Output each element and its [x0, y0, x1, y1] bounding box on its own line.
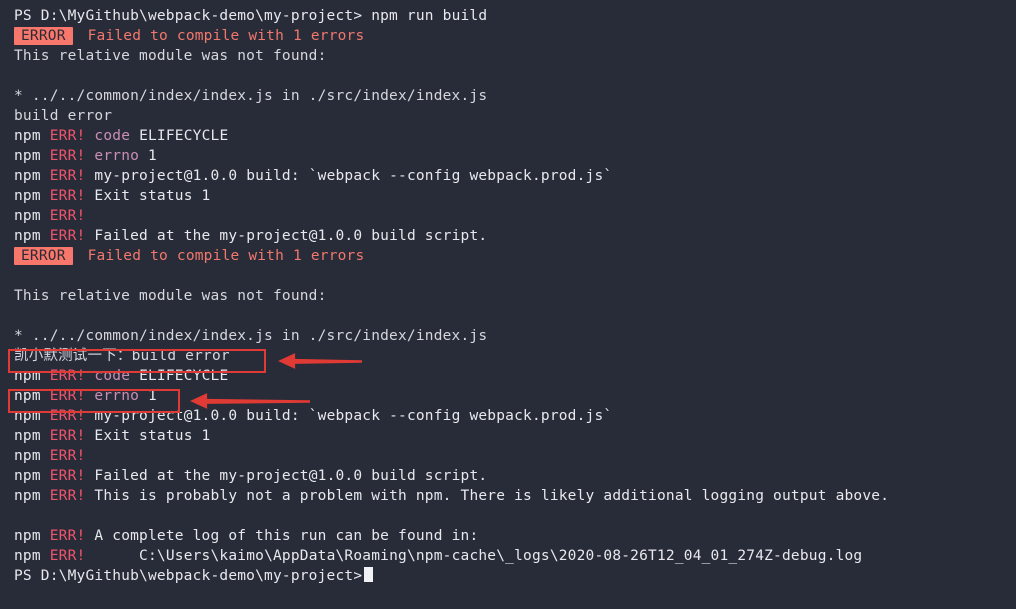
npm-label: npm [14, 368, 50, 384]
terminal-line: npm ERR! This is probably not a problem … [14, 486, 1016, 506]
terminal-line: npm ERR! errno 1 [14, 386, 1016, 406]
terminal-line: npm ERR! C:\Users\kaimo\AppData\Roaming\… [14, 546, 1016, 566]
terminal-line: npm ERR! [14, 206, 1016, 226]
terminal-line: * ../../common/index/index.js in ./src/i… [14, 326, 1016, 346]
npm-label: npm [14, 188, 50, 204]
npm-err-label: ERR! [49, 148, 86, 164]
npm-label: npm [14, 148, 50, 164]
npm-label: npm [14, 468, 50, 484]
terminal-line: npm ERR! my-project@1.0.0 build: `webpac… [14, 166, 1016, 186]
npm-err-text: 1 [139, 148, 157, 164]
terminal-text: This relative module was not found: [14, 48, 327, 64]
npm-err-text: my-project@1.0.0 build: `webpack --confi… [85, 168, 613, 184]
npm-err-label: ERR! [49, 228, 86, 244]
terminal-line: PS D:\MyGithub\webpack-demo\my-project> [14, 566, 1016, 586]
npm-err-text: 1 [139, 388, 157, 404]
error-badge-message: Failed to compile with 1 errors [78, 28, 365, 44]
npm-err-label: ERR! [49, 388, 86, 404]
npm-err-label: ERR! [49, 368, 86, 384]
npm-err-label: ERR! [49, 548, 86, 564]
terminal-line: npm ERR! code ELIFECYCLE [14, 126, 1016, 146]
npm-err-text: C:\Users\kaimo\AppData\Roaming\npm-cache… [85, 548, 863, 564]
terminal-line: npm ERR! [14, 446, 1016, 466]
npm-err-text: Exit status 1 [85, 428, 211, 444]
terminal-line: npm ERR! A complete log of this run can … [14, 526, 1016, 546]
npm-err-label: ERR! [49, 428, 86, 444]
npm-label: npm [14, 208, 50, 224]
terminal-line: npm ERR! Exit status 1 [14, 426, 1016, 446]
npm-err-text: This is probably not a problem with npm.… [85, 488, 890, 504]
npm-err-key: code [94, 368, 131, 384]
npm-err-text: ELIFECYCLE [130, 368, 229, 384]
npm-err-text: my-project@1.0.0 build: `webpack --confi… [85, 408, 613, 424]
terminal-text: * ../../common/index/index.js in ./src/i… [14, 328, 488, 344]
shell-command: npm run build [362, 8, 488, 24]
terminal-window[interactable]: PS D:\MyGithub\webpack-demo\my-project> … [0, 0, 1016, 609]
npm-err-text: A complete log of this run can be found … [85, 528, 479, 544]
npm-label: npm [14, 408, 50, 424]
npm-err-label: ERR! [49, 208, 86, 224]
npm-err-label: ERR! [49, 168, 86, 184]
npm-err-text: Failed at the my-project@1.0.0 build scr… [85, 468, 488, 484]
terminal-line: 凯小默测试一下：build error [14, 346, 1016, 366]
npm-err-label: ERR! [49, 408, 86, 424]
npm-err-label: ERR! [49, 528, 86, 544]
terminal-line: PS D:\MyGithub\webpack-demo\my-project> … [14, 6, 1016, 26]
npm-label: npm [14, 528, 50, 544]
terminal-output: PS D:\MyGithub\webpack-demo\my-project> … [14, 6, 1016, 586]
npm-err-label: ERR! [49, 448, 86, 464]
terminal-line: This relative module was not found: [14, 286, 1016, 306]
npm-err-text: ELIFECYCLE [130, 128, 229, 144]
terminal-line: build error [14, 106, 1016, 126]
block-cursor [364, 567, 374, 582]
terminal-line: * ../../common/index/index.js in ./src/i… [14, 86, 1016, 106]
shell-prompt: PS D:\MyGithub\webpack-demo\my-project> [14, 568, 363, 584]
terminal-line: npm ERR! code ELIFECYCLE [14, 366, 1016, 386]
terminal-line: ERROR Failed to compile with 1 errors [14, 246, 1016, 266]
npm-label: npm [14, 388, 50, 404]
npm-err-text: Failed at the my-project@1.0.0 build scr… [85, 228, 488, 244]
terminal-text: build error [14, 108, 113, 124]
terminal-line: npm ERR! Failed at the my-project@1.0.0 … [14, 466, 1016, 486]
error-badge: ERROR [14, 247, 73, 265]
npm-err-label: ERR! [49, 488, 86, 504]
terminal-line: This relative module was not found: [14, 46, 1016, 66]
npm-err-label: ERR! [49, 128, 86, 144]
npm-err-key: code [94, 128, 131, 144]
npm-label: npm [14, 228, 50, 244]
npm-err-label: ERR! [49, 188, 86, 204]
terminal-line: npm ERR! errno 1 [14, 146, 1016, 166]
npm-label: npm [14, 128, 50, 144]
terminal-line: ERROR Failed to compile with 1 errors [14, 26, 1016, 46]
npm-label: npm [14, 548, 50, 564]
error-badge-message: Failed to compile with 1 errors [78, 248, 365, 264]
npm-label: npm [14, 428, 50, 444]
terminal-text: This relative module was not found: [14, 288, 327, 304]
terminal-text: * ../../common/index/index.js in ./src/i… [14, 88, 488, 104]
npm-label: npm [14, 448, 50, 464]
terminal-line: npm ERR! Exit status 1 [14, 186, 1016, 206]
npm-err-text: Exit status 1 [85, 188, 211, 204]
npm-label: npm [14, 488, 50, 504]
terminal-line: npm ERR! Failed at the my-project@1.0.0 … [14, 226, 1016, 246]
npm-err-label: ERR! [49, 468, 86, 484]
terminal-line: npm ERR! my-project@1.0.0 build: `webpac… [14, 406, 1016, 426]
error-badge: ERROR [14, 27, 73, 45]
npm-label: npm [14, 168, 50, 184]
npm-err-key: errno [94, 148, 140, 164]
terminal-text: 凯小默测试一下：build error [14, 348, 230, 364]
shell-prompt: PS D:\MyGithub\webpack-demo\my-project> [14, 8, 363, 24]
npm-err-key: errno [94, 388, 140, 404]
